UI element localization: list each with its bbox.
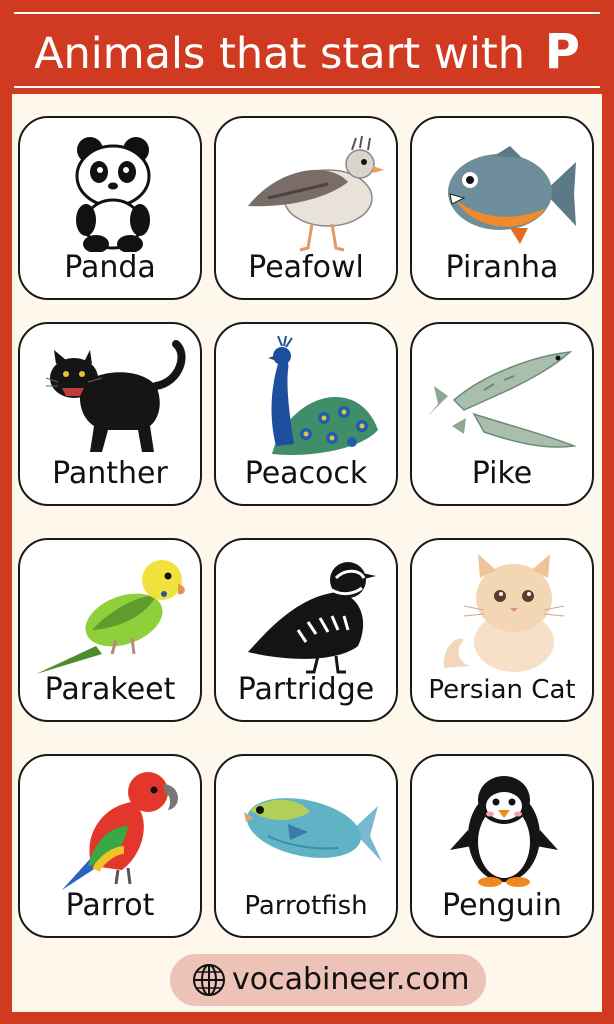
panther-icon	[45, 340, 186, 452]
parrotfish-icon	[244, 798, 382, 862]
card-peacock: Peacock	[214, 322, 398, 506]
card-label: Peacock	[244, 456, 368, 491]
card-label: Pike	[471, 456, 533, 491]
card-penguin: Penguin	[410, 754, 594, 938]
card-panda: Panda	[18, 116, 202, 300]
pike-icon	[428, 350, 577, 448]
persian-cat-icon	[443, 554, 565, 672]
card-label: Parrotfish	[244, 891, 368, 921]
card-label: Peafowl	[248, 250, 364, 285]
header-rule-bottom	[14, 86, 600, 88]
card-label: Parakeet	[44, 672, 176, 707]
website-url[interactable]: vocabineer.com	[232, 960, 469, 1000]
card-label: Partridge	[237, 672, 375, 707]
card-label: Panther	[52, 456, 168, 491]
piranha-icon	[448, 146, 576, 244]
card-parrot: Parrot	[18, 754, 202, 938]
peafowl-icon	[248, 135, 384, 252]
card-label: Persian Cat	[428, 675, 576, 705]
title-text: Animals that start with	[34, 29, 526, 79]
penguin-icon	[450, 776, 558, 887]
poster-frame: Animals that start with P Panda Peafowl …	[0, 0, 614, 1024]
card-parrotfish: Parrotfish	[214, 754, 398, 938]
website-badge[interactable]: vocabineer.com	[170, 954, 486, 1006]
card-label: Penguin	[442, 888, 562, 923]
card-parakeet: Parakeet	[18, 538, 202, 722]
parrot-icon	[62, 772, 179, 890]
card-partridge: Partridge	[214, 538, 398, 722]
peacock-icon	[268, 335, 378, 455]
card-panther: Panther	[18, 322, 202, 506]
card-label: Panda	[64, 250, 156, 285]
card-peafowl: Peafowl	[214, 116, 398, 300]
header-rule-top	[14, 12, 600, 14]
panda-icon	[75, 137, 151, 252]
header: Animals that start with P	[0, 0, 614, 94]
page-title: Animals that start with P	[0, 24, 614, 82]
partridge-icon	[248, 562, 376, 674]
globe-icon	[193, 964, 225, 996]
parakeet-icon	[36, 560, 185, 674]
card-piranha: Piranha	[410, 116, 594, 300]
card-label: Parrot	[65, 888, 155, 923]
card-label: Piranha	[445, 250, 559, 285]
card-pike: Pike	[410, 322, 594, 506]
title-letter: P	[544, 24, 580, 80]
card-persian-cat: Persian Cat	[410, 538, 594, 722]
